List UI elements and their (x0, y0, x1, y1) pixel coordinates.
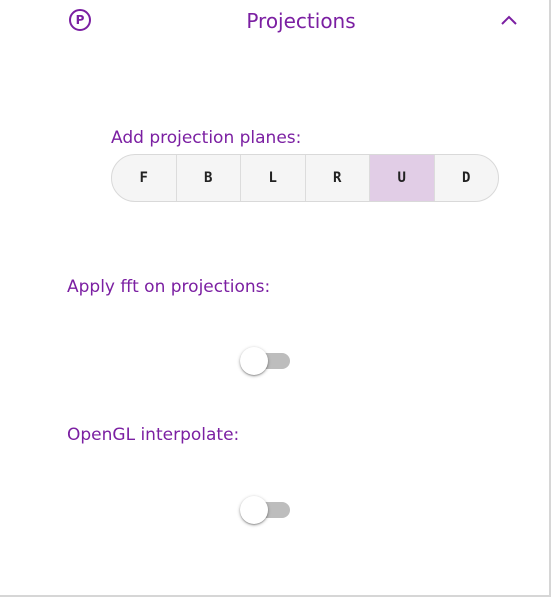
plane-button-l[interactable]: L (241, 155, 306, 201)
opengl-interpolate-toggle[interactable] (240, 496, 292, 524)
panel-header[interactable]: P Projections (0, 0, 551, 44)
plane-button-d[interactable]: D (435, 155, 499, 201)
panel-title: Projections (246, 9, 356, 33)
plane-button-f[interactable]: F (112, 155, 177, 201)
projection-planes-group: F B L R U D (111, 154, 499, 202)
plane-button-r[interactable]: R (306, 155, 370, 201)
plane-button-b[interactable]: B (177, 155, 241, 201)
plane-button-u[interactable]: U (370, 155, 435, 201)
projection-planes-label: Add projection planes: (111, 128, 302, 148)
fft-toggle[interactable] (240, 347, 292, 375)
opengl-interpolate-label: OpenGL interpolate: (67, 425, 240, 445)
chevron-up-icon[interactable] (497, 9, 521, 33)
opengl-toggle-thumb[interactable] (240, 496, 268, 524)
fft-label: Apply fft on projections: (67, 277, 271, 297)
projections-panel: P Projections Add projection planes: F B… (0, 0, 551, 597)
fft-toggle-thumb[interactable] (240, 347, 268, 375)
